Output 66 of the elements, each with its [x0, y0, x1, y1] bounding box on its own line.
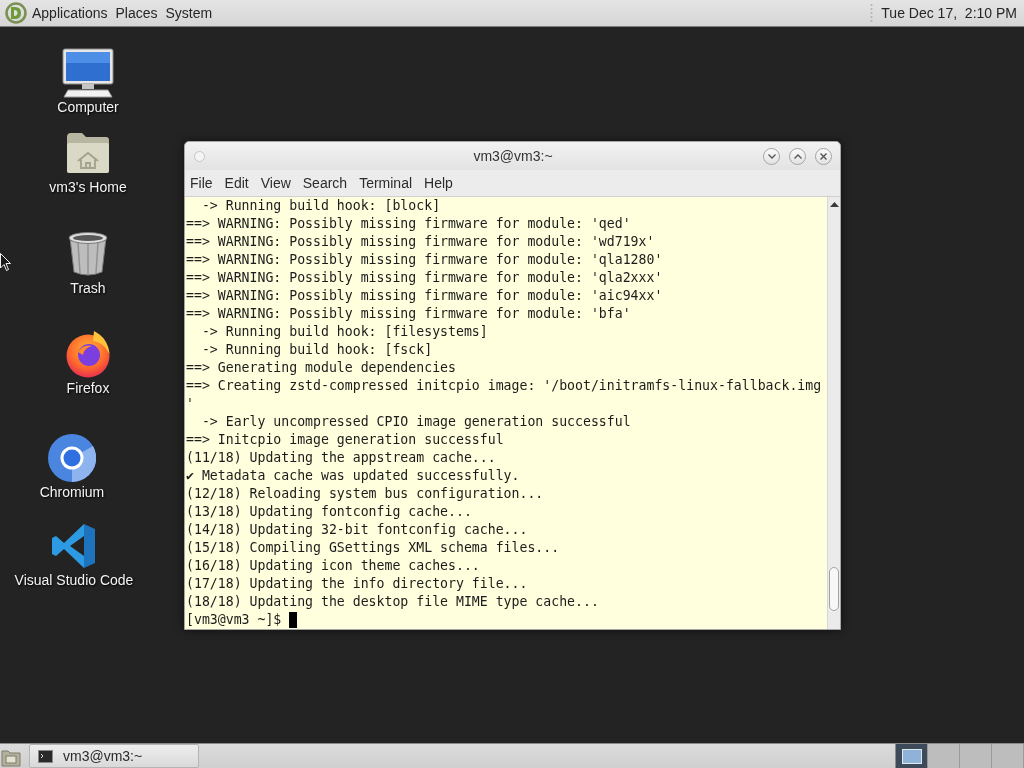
terminal-line: -> Early uncompressed CPIO image generation successful — [200, 413, 631, 431]
terminal-line: ==> WARNING: Possibly missing firmware for module: 'aic94xx' — [186, 287, 663, 305]
monitor-icon[interactable] — [62, 48, 114, 98]
launcher-label[interactable]: Firefox — [66, 381, 110, 396]
menu-item[interactable]: File — [190, 175, 213, 191]
panel-menu[interactable]: Applications — [29, 2, 111, 24]
terminal-line: ✔ Metadata cache was updated successfully. — [186, 467, 520, 485]
terminal-line: ==> WARNING: Possibly missing firmware for module: 'wd719x' — [186, 233, 655, 251]
panel-menu[interactable]: Places — [112, 2, 161, 24]
window-title: vm3@vm3:~ — [472, 148, 554, 164]
terminal-line: ==> WARNING: Possibly missing firmware for module: 'qed' — [186, 215, 631, 233]
terminal-line: ' — [186, 395, 194, 413]
window-thumbnail-icon — [901, 748, 922, 764]
launcher-label[interactable]: Chromium — [39, 485, 105, 500]
workspace-tile[interactable] — [960, 744, 992, 768]
terminal-line: ==> WARNING: Possibly missing firmware for module: 'bfa' — [186, 305, 631, 323]
terminal-line: -> Running build hook: [filesystems] — [200, 323, 488, 341]
workspace-tile[interactable] — [928, 744, 960, 768]
scrollbar-thumb[interactable] — [829, 567, 839, 611]
ribbon-icon[interactable] — [52, 523, 96, 569]
terminal-line: ==> Generating module dependencies — [186, 359, 456, 377]
taskbar-button[interactable]: vm3@vm3:~ — [29, 744, 199, 768]
arrow-up-icon[interactable] — [829, 202, 839, 207]
flame-globe-icon[interactable] — [65, 330, 111, 378]
menu-item[interactable]: View — [260, 175, 291, 191]
trash-can-icon[interactable] — [68, 231, 108, 277]
terminal-line: ==> WARNING: Possibly missing firmware for module: 'qla2xxx' — [186, 269, 663, 287]
chevron-up-icon — [793, 153, 802, 159]
launcher-label[interactable]: Trash — [70, 281, 106, 296]
menu-item[interactable]: Help — [424, 175, 453, 191]
terminal-line: (16/18) Updating icon theme caches... — [186, 557, 480, 575]
terminal-line: (13/18) Updating fontconfig cache... — [186, 503, 472, 521]
menu-item[interactable]: Edit — [224, 175, 249, 191]
terminal-line: ==> Creating zstd-compressed initcpio image: '/boot/initramfs-linux-fallback.img — [186, 377, 822, 395]
terminal-line: (15/18) Compiling GSettings XML schema files... — [186, 539, 560, 557]
terminal-line: -> Running build hook: [fsck] — [200, 341, 433, 359]
clock[interactable]: Tue Dec 17, 2:10 PM — [875, 5, 1020, 21]
minimize-button[interactable] — [763, 147, 780, 165]
close-button[interactable] — [815, 147, 832, 165]
launcher-label[interactable]: Computer — [57, 100, 119, 115]
maximize-button[interactable] — [789, 147, 806, 165]
menu-item[interactable]: Search — [302, 175, 348, 191]
workspace-tile[interactable] — [992, 744, 1024, 768]
close-icon — [820, 152, 827, 160]
scrollbar[interactable] — [827, 197, 840, 629]
logo-icon[interactable] — [5, 2, 27, 24]
terminal-line: (11/18) Updating the appstream cache... — [186, 449, 496, 467]
launcher-label[interactable]: vm3's Home — [49, 180, 127, 195]
panel-menu[interactable]: System — [162, 2, 216, 24]
menu-item[interactable]: Terminal — [359, 175, 413, 191]
terminal-line: (14/18) Updating 32-bit fontconfig cache... — [186, 521, 528, 539]
launcher-label[interactable]: Visual Studio Code — [14, 573, 134, 588]
terminal-line: (17/18) Updating the info directory file... — [186, 575, 528, 593]
terminal-icon — [38, 749, 53, 763]
terminal-line: ==> Initcpio image generation successful — [186, 431, 504, 449]
terminal-line: ==> WARNING: Possibly missing firmware for module: 'qla1280' — [186, 251, 663, 269]
terminal-line: -> Running build hook: [block] — [200, 197, 441, 215]
chevron-down-icon — [767, 153, 776, 159]
dot-icon[interactable] — [194, 150, 205, 162]
workspace-tile[interactable] — [896, 744, 928, 768]
shell-prompt: [vm3@vm3 ~]$ — [186, 611, 282, 629]
terminal-line: (12/18) Reloading system bus configuration... — [186, 485, 544, 503]
terminal-line: (18/18) Updating the desktop file MIME type cache... — [186, 593, 599, 611]
grip-icon — [870, 4, 874, 22]
home-folder-icon[interactable] — [66, 132, 110, 174]
ring-icon[interactable] — [48, 434, 96, 482]
